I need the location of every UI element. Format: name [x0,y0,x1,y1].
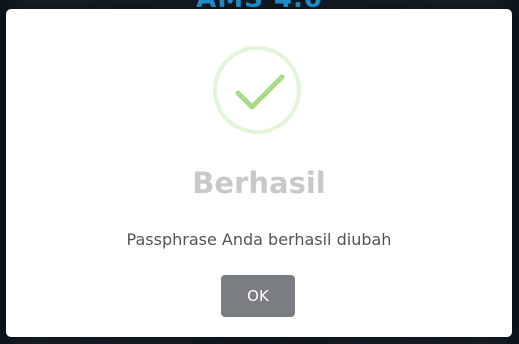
dialog-message: Passphrase Anda berhasil diubah [126,230,392,249]
ok-button[interactable]: OK [221,275,295,317]
check-icon [235,74,285,110]
success-check-icon [213,46,301,134]
dialog-title: Berhasil [192,166,326,200]
success-dialog: Berhasil Passphrase Anda berhasil diubah… [6,9,512,337]
